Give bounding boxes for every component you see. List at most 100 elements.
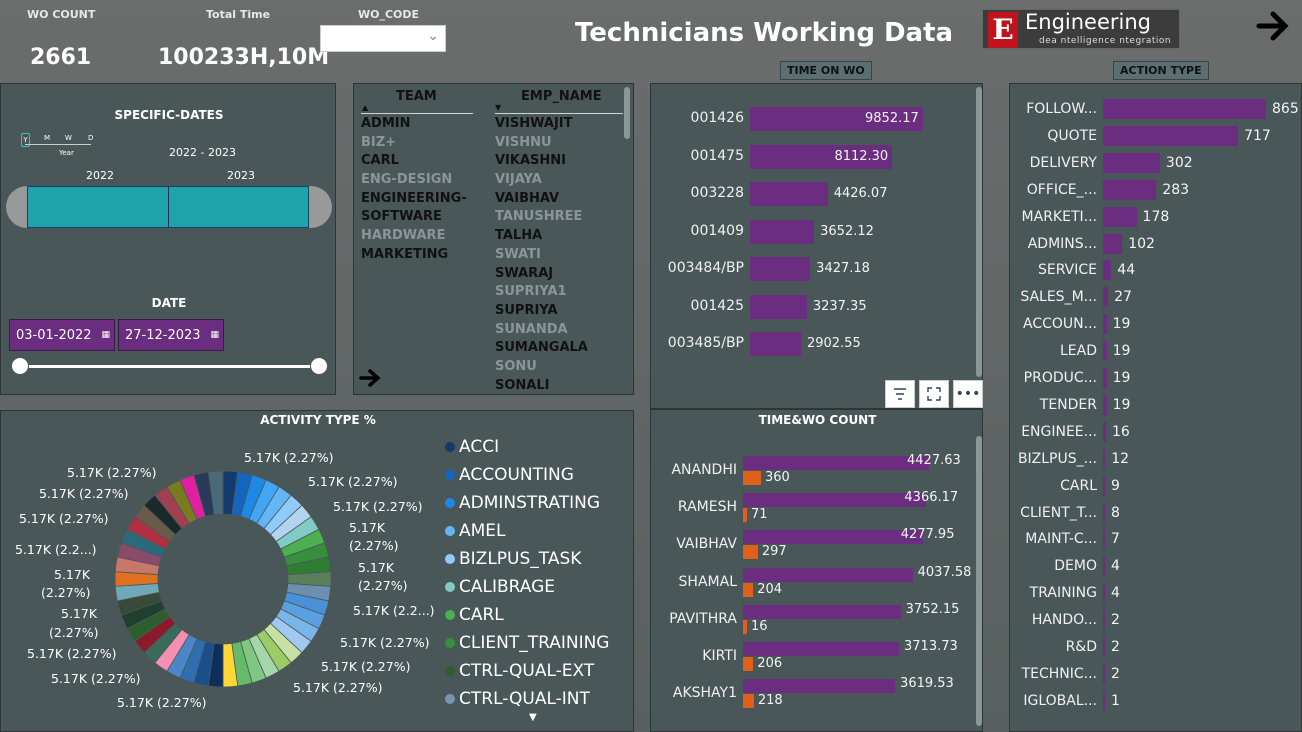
employee-count-bar[interactable] bbox=[743, 582, 754, 597]
wo-code-dropdown[interactable]: ⌄ bbox=[320, 25, 446, 52]
team-item[interactable]: HARDWARE bbox=[361, 227, 491, 246]
employee-count-bar[interactable] bbox=[743, 694, 754, 709]
team-item[interactable]: SOFTWARE bbox=[361, 208, 491, 227]
team-header[interactable]: TEAM bbox=[396, 89, 437, 104]
action-bar[interactable] bbox=[1103, 341, 1107, 362]
more-options-icon[interactable]: ••• bbox=[953, 380, 983, 408]
emp-item[interactable]: SUMANGALA bbox=[495, 339, 623, 358]
wo-time-bar[interactable] bbox=[750, 294, 807, 319]
action-bar[interactable] bbox=[1103, 448, 1106, 469]
legend-item[interactable]: AMEL bbox=[445, 517, 630, 545]
action-bar[interactable] bbox=[1103, 368, 1107, 388]
employee-count-bar[interactable] bbox=[743, 619, 747, 634]
legend-item[interactable]: ACCI bbox=[445, 433, 630, 461]
date-start-handle[interactable] bbox=[11, 357, 29, 375]
employee-count-bar[interactable] bbox=[743, 508, 747, 523]
action-bar[interactable] bbox=[1103, 663, 1105, 684]
wo-time-bar[interactable] bbox=[750, 182, 828, 206]
emp-item[interactable]: VAIBHAV bbox=[495, 190, 623, 209]
end-date-field[interactable]: 27-12-2023 ▦ bbox=[118, 319, 224, 351]
employee-time-bar[interactable] bbox=[743, 604, 901, 619]
action-bar[interactable] bbox=[1103, 690, 1105, 711]
focus-mode-icon[interactable] bbox=[919, 380, 949, 408]
sort-asc-icon[interactable]: ▲ bbox=[362, 103, 368, 112]
wo-time-bar[interactable] bbox=[750, 257, 811, 281]
action-bar[interactable] bbox=[1103, 637, 1105, 657]
employee-time-bar[interactable] bbox=[743, 567, 913, 582]
granularity-selector[interactable]: Y M W D Year bbox=[19, 131, 99, 161]
action-bar[interactable] bbox=[1103, 206, 1137, 227]
action-bar[interactable] bbox=[1103, 287, 1109, 308]
team-item[interactable]: ADMIN bbox=[361, 115, 491, 134]
arrow-right-icon[interactable] bbox=[1255, 8, 1291, 44]
wo-time-bar[interactable] bbox=[750, 332, 801, 356]
team-item[interactable]: MARKETING bbox=[361, 246, 491, 265]
legend-item[interactable]: CTRL-QUAL-INT bbox=[445, 685, 630, 713]
legend-item[interactable]: CALIBRAGE bbox=[445, 573, 630, 601]
action-bar[interactable] bbox=[1103, 260, 1112, 281]
team-item[interactable]: BIZ+ bbox=[361, 134, 491, 153]
emp-item[interactable]: SUPRIYA bbox=[495, 302, 623, 321]
action-bar[interactable] bbox=[1103, 421, 1106, 442]
employee-time-bar[interactable] bbox=[743, 679, 896, 694]
filter-icon[interactable] bbox=[885, 380, 915, 408]
employee-count-bar[interactable] bbox=[743, 545, 758, 560]
action-bar[interactable] bbox=[1103, 475, 1105, 496]
slicer-scrollbar[interactable] bbox=[624, 87, 630, 139]
time-wo-count-scrollbar[interactable] bbox=[976, 436, 982, 726]
granularity-week[interactable]: W bbox=[65, 134, 72, 142]
legend-item[interactable]: ADMINSTRATING bbox=[445, 489, 630, 517]
time-on-wo-scrollbar[interactable] bbox=[976, 87, 982, 377]
action-bar[interactable] bbox=[1103, 233, 1123, 254]
emp-item[interactable]: TALHA bbox=[495, 227, 623, 246]
team-item[interactable]: ENG-DESIGN bbox=[361, 171, 491, 190]
action-bar[interactable] bbox=[1103, 556, 1105, 577]
granularity-day[interactable]: D bbox=[88, 134, 93, 142]
wo-time-bar[interactable] bbox=[750, 219, 815, 244]
action-bar[interactable] bbox=[1103, 314, 1107, 335]
emp-name-header[interactable]: EMP_NAME bbox=[521, 89, 602, 104]
team-item[interactable]: ENGINEERING- bbox=[361, 190, 491, 209]
action-bar[interactable] bbox=[1103, 502, 1105, 523]
emp-item[interactable]: VIJAYA bbox=[495, 171, 623, 190]
sort-desc-icon[interactable]: ▼ bbox=[495, 103, 501, 112]
date-end-handle[interactable] bbox=[310, 357, 328, 375]
emp-item[interactable]: VISHWAJIT bbox=[495, 115, 623, 134]
team-item[interactable]: CARL bbox=[361, 152, 491, 171]
employee-time-bar[interactable] bbox=[743, 456, 929, 470]
emp-item[interactable]: TANUSHREE bbox=[495, 208, 623, 227]
legend-item[interactable]: ACCOUNTING bbox=[445, 461, 630, 489]
legend-scroll-down-icon[interactable]: ▼ bbox=[529, 712, 537, 723]
action-bar[interactable] bbox=[1103, 125, 1239, 146]
start-date-field[interactable]: 03-01-2022 ▦ bbox=[9, 319, 115, 351]
employee-count-bar[interactable] bbox=[743, 657, 754, 671]
action-bar[interactable] bbox=[1103, 394, 1107, 415]
emp-item[interactable]: SUPRIYA1 bbox=[495, 283, 623, 302]
emp-item[interactable]: VISHNU bbox=[495, 134, 623, 153]
action-bar[interactable] bbox=[1103, 583, 1105, 604]
legend-item[interactable]: CTRL-QUAL-EXT bbox=[445, 657, 630, 685]
employee-count-bar[interactable] bbox=[743, 471, 761, 485]
action-bar[interactable] bbox=[1103, 610, 1105, 631]
emp-item[interactable]: SONU bbox=[495, 358, 623, 377]
action-bar[interactable] bbox=[1103, 529, 1105, 550]
emp-item[interactable]: SONALI bbox=[495, 377, 623, 396]
emp-item[interactable]: VIKASHNI bbox=[495, 152, 623, 171]
calendar-icon[interactable]: ▦ bbox=[210, 330, 219, 340]
employee-time-bar[interactable] bbox=[743, 642, 899, 656]
action-bar[interactable] bbox=[1103, 152, 1160, 173]
emp-item[interactable]: SUNANDA bbox=[495, 321, 623, 340]
legend-item[interactable]: CARL bbox=[445, 601, 630, 629]
action-bar[interactable] bbox=[1103, 179, 1157, 200]
emp-item[interactable]: SWATI bbox=[495, 246, 623, 265]
legend-item[interactable]: BIZLPUS_TASK bbox=[445, 545, 630, 573]
action-bar[interactable] bbox=[1103, 99, 1266, 119]
legend-item[interactable]: CLIENT_TRAINING bbox=[445, 629, 630, 657]
timeline-slider[interactable] bbox=[6, 186, 332, 228]
employee-time-bar[interactable] bbox=[743, 530, 923, 545]
emp-item[interactable]: SWARAJ bbox=[495, 265, 623, 284]
arrow-right-icon[interactable] bbox=[358, 366, 382, 390]
calendar-icon[interactable]: ▦ bbox=[101, 330, 110, 340]
granularity-month[interactable]: M bbox=[44, 134, 50, 142]
employee-time-bar[interactable] bbox=[743, 493, 927, 508]
